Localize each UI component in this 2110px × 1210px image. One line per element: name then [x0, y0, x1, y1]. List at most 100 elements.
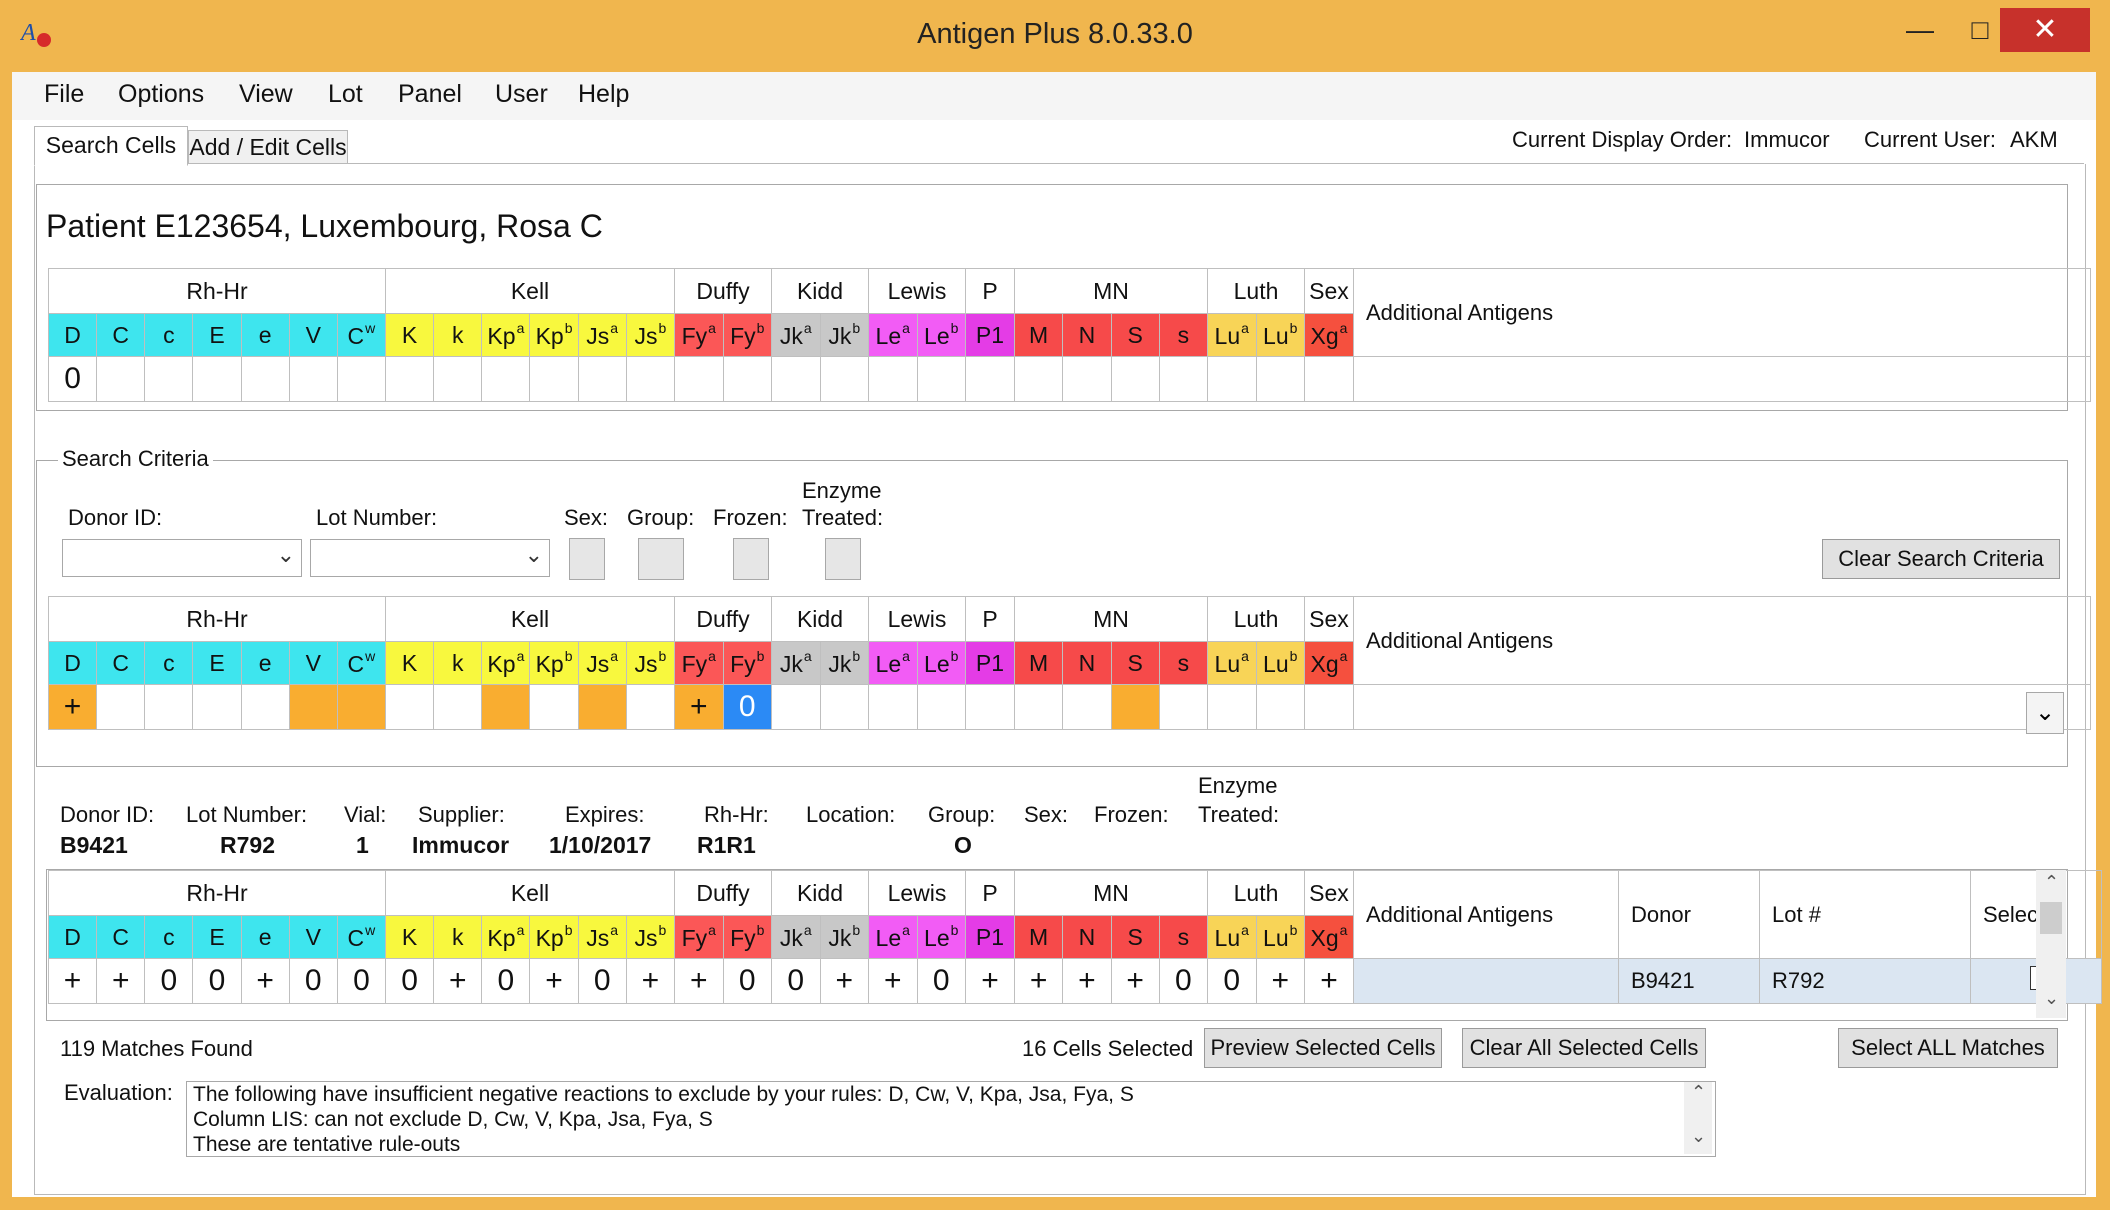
- antigen-value-cell[interactable]: [529, 356, 579, 402]
- antigen-value-cell[interactable]: [529, 684, 579, 730]
- antigen-value-cell[interactable]: +: [433, 958, 483, 1004]
- antigen-value-cell[interactable]: +: [674, 684, 724, 730]
- antigen-value-cell[interactable]: 0: [771, 958, 821, 1004]
- antigen-value-cell[interactable]: [916, 684, 966, 730]
- donor-cell[interactable]: B9421: [1618, 958, 1760, 1004]
- antigen-value-cell[interactable]: [722, 356, 772, 402]
- antigen-value-cell[interactable]: [481, 356, 531, 402]
- antigen-value-cell[interactable]: [1304, 684, 1354, 730]
- antigen-value-cell[interactable]: [771, 684, 821, 730]
- antigen-value-cell[interactable]: 0: [1158, 958, 1209, 1004]
- antigen-value-cell[interactable]: 0: [722, 958, 772, 1004]
- antigen-value-cell[interactable]: [433, 356, 483, 402]
- antigen-value-cell[interactable]: +: [674, 958, 724, 1004]
- enzyme-treated-field[interactable]: [825, 538, 861, 580]
- evaluation-textbox[interactable]: The following have insufficient negative…: [186, 1081, 1716, 1157]
- antigen-value-cell[interactable]: [1255, 684, 1305, 730]
- antigen-value-cell[interactable]: +: [625, 958, 676, 1004]
- antigen-value-cell[interactable]: [965, 356, 1015, 402]
- frozen-field[interactable]: [733, 538, 769, 580]
- scroll-down-icon[interactable]: ⌄: [1691, 1126, 1706, 1147]
- antigen-value-cell[interactable]: [1062, 684, 1112, 730]
- clear-search-criteria-button[interactable]: Clear Search Criteria: [1822, 539, 2060, 579]
- antigen-value-cell[interactable]: [433, 684, 483, 730]
- antigen-value-cell[interactable]: [674, 356, 724, 402]
- antigen-value-cell[interactable]: +: [819, 958, 869, 1004]
- antigen-value-cell[interactable]: 0: [336, 958, 387, 1004]
- scroll-up-icon[interactable]: ⌃: [1691, 1082, 1706, 1103]
- antigen-value-cell[interactable]: [625, 356, 676, 402]
- antigen-value-cell[interactable]: +: [240, 958, 290, 1004]
- antigen-value-cell[interactable]: +: [529, 958, 579, 1004]
- antigen-value-cell[interactable]: [1062, 356, 1112, 402]
- antigen-value-cell[interactable]: [144, 356, 194, 402]
- menu-user[interactable]: User: [495, 80, 548, 109]
- sex-field[interactable]: [569, 538, 605, 580]
- antigen-value-cell[interactable]: +: [1013, 958, 1064, 1004]
- antigen-value-cell[interactable]: 0: [481, 958, 531, 1004]
- antigen-value-cell[interactable]: [240, 356, 290, 402]
- antigen-value-cell[interactable]: [1158, 356, 1209, 402]
- preview-selected-cells-button[interactable]: Preview Selected Cells: [1204, 1028, 1442, 1068]
- antigen-value-cell[interactable]: 0: [288, 958, 338, 1004]
- additional-antigens-cell[interactable]: [1353, 356, 2091, 402]
- antigen-value-cell[interactable]: 0: [916, 958, 966, 1004]
- antigen-value-cell[interactable]: [144, 684, 194, 730]
- minimize-button[interactable]: —: [1890, 8, 1950, 52]
- antigen-value-cell[interactable]: 0: [722, 684, 772, 730]
- antigen-value-cell[interactable]: +: [1255, 958, 1305, 1004]
- antigen-value-cell[interactable]: [336, 356, 387, 402]
- antigen-value-cell[interactable]: +: [47, 684, 98, 730]
- antigen-value-cell[interactable]: +: [1062, 958, 1112, 1004]
- scroll-thumb[interactable]: [2040, 902, 2062, 934]
- antigen-value-cell[interactable]: [577, 684, 627, 730]
- antigen-value-cell[interactable]: [336, 684, 387, 730]
- evaluation-scrollbar[interactable]: ⌃ ⌄: [1684, 1082, 1712, 1154]
- antigen-value-cell[interactable]: [1304, 356, 1354, 402]
- antigen-value-cell[interactable]: [771, 356, 821, 402]
- antigen-value-cell[interactable]: +: [1110, 958, 1160, 1004]
- additional-antigens-dropdown-button[interactable]: ⌄: [2026, 692, 2064, 734]
- menu-lot[interactable]: Lot: [328, 80, 363, 109]
- antigen-value-cell[interactable]: 0: [1207, 958, 1257, 1004]
- antigen-value-cell[interactable]: [1158, 684, 1209, 730]
- antigen-value-cell[interactable]: [240, 684, 290, 730]
- antigen-value-cell[interactable]: [868, 684, 918, 730]
- antigen-value-cell[interactable]: [819, 684, 869, 730]
- antigen-value-cell[interactable]: [192, 356, 242, 402]
- menu-panel[interactable]: Panel: [398, 80, 462, 109]
- antigen-value-cell[interactable]: [1013, 684, 1064, 730]
- group-field[interactable]: [638, 538, 684, 580]
- antigen-value-cell[interactable]: [916, 356, 966, 402]
- antigen-value-cell[interactable]: [1013, 356, 1064, 402]
- antigen-value-cell[interactable]: [625, 684, 676, 730]
- lot-cell[interactable]: R792: [1759, 958, 1971, 1004]
- clear-all-selected-cells-button[interactable]: Clear All Selected Cells: [1462, 1028, 1706, 1068]
- tab-add-edit-cells[interactable]: Add / Edit Cells: [188, 130, 348, 164]
- antigen-value-cell[interactable]: 0: [192, 958, 242, 1004]
- donor-id-combo[interactable]: ⌄: [62, 539, 302, 577]
- antigen-value-cell[interactable]: 0: [144, 958, 194, 1004]
- antigen-value-cell[interactable]: 0: [47, 356, 98, 402]
- antigen-value-cell[interactable]: [819, 356, 869, 402]
- antigen-value-cell[interactable]: [1110, 356, 1160, 402]
- antigen-value-cell[interactable]: [192, 684, 242, 730]
- antigen-value-cell[interactable]: [577, 356, 627, 402]
- antigen-value-cell[interactable]: +: [96, 958, 146, 1004]
- menu-file[interactable]: File: [44, 80, 84, 109]
- antigen-value-cell[interactable]: 0: [577, 958, 627, 1004]
- scroll-down-icon[interactable]: ⌄: [2044, 988, 2059, 1009]
- lot-number-combo[interactable]: ⌄: [310, 539, 550, 577]
- antigen-value-cell[interactable]: +: [47, 958, 98, 1004]
- antigen-value-cell[interactable]: [384, 684, 435, 730]
- tab-search-cells[interactable]: Search Cells: [34, 126, 188, 166]
- antigen-value-cell[interactable]: [96, 684, 146, 730]
- antigen-value-cell[interactable]: [481, 684, 531, 730]
- antigen-value-cell[interactable]: [1207, 684, 1257, 730]
- antigen-value-cell[interactable]: [288, 356, 338, 402]
- antigen-value-cell[interactable]: [1110, 684, 1160, 730]
- scroll-up-icon[interactable]: ⌃: [2044, 872, 2059, 893]
- antigen-value-cell[interactable]: [1207, 356, 1257, 402]
- antigen-value-cell[interactable]: [288, 684, 338, 730]
- antigen-value-cell[interactable]: [1255, 356, 1305, 402]
